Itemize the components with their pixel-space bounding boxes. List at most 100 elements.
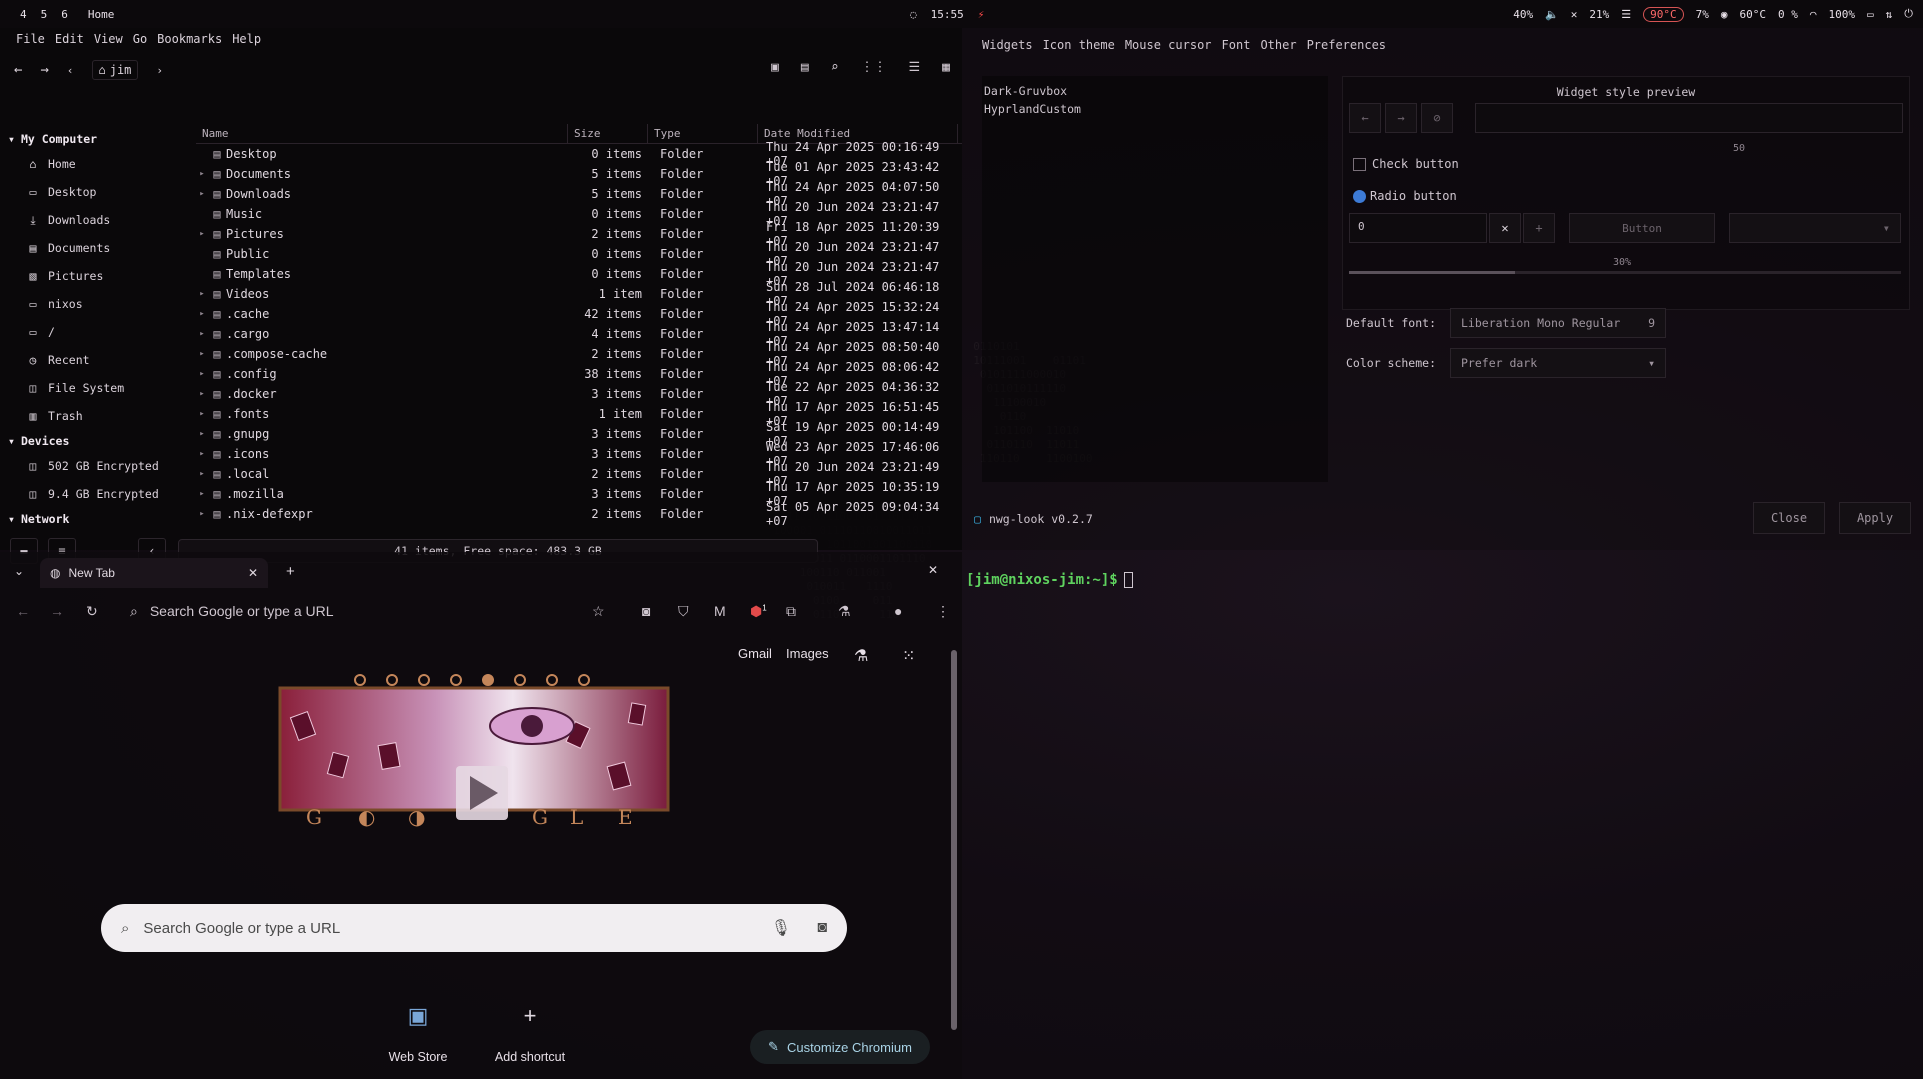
labs-flask-icon[interactable]: ⚗ (838, 603, 851, 620)
list-view-icon[interactable]: ☰ (909, 60, 921, 75)
sidebar-section-network[interactable]: ▾ Network (0, 508, 192, 530)
workspace-6[interactable]: 6 (61, 8, 68, 21)
preview-combo[interactable]: ▾ (1729, 213, 1901, 243)
sidebar-item-file-system[interactable]: ◫ File System (0, 374, 192, 402)
sidebar-item-trash[interactable]: ▥ Trash (0, 402, 192, 430)
search-icon[interactable]: ⌕ (831, 60, 839, 75)
puzzle-icon[interactable]: ⧉ (786, 603, 796, 620)
preview-button[interactable]: Button (1569, 213, 1715, 243)
power-menu-icon[interactable]: ⏻ (1904, 7, 1913, 21)
expand-arrow-icon[interactable]: ▸ (196, 369, 208, 379)
back-arrow-icon[interactable]: ← (14, 62, 22, 78)
expand-arrow-icon[interactable]: ▸ (196, 229, 208, 239)
radio-button[interactable]: Radio button (1353, 189, 1457, 203)
sidebar-item-nixos[interactable]: ▭ nixos (0, 290, 192, 318)
labs-flask-icon[interactable]: ⚗ (854, 646, 868, 666)
sidebar-item-9-4-gb-encrypted[interactable]: ◫ 9.4 GB Encrypted (0, 480, 192, 508)
power-icon[interactable]: ⚡ (978, 8, 985, 21)
ublock-icon[interactable]: ⬢1 (750, 603, 767, 620)
menu-edit[interactable]: Edit (55, 32, 84, 46)
check-button[interactable]: Check button (1353, 157, 1459, 171)
images-link[interactable]: Images (786, 646, 829, 661)
preview-back-button[interactable]: ← (1349, 103, 1381, 133)
extension-m-icon[interactable]: M (714, 603, 726, 619)
chevron-left-icon[interactable]: ‹ (67, 64, 74, 77)
expand-arrow-icon[interactable]: ▸ (196, 289, 208, 299)
sidebar-item-documents[interactable]: ▤ Documents (0, 234, 192, 262)
expand-arrow-icon[interactable]: ▸ (196, 169, 208, 179)
workspace-5[interactable]: 5 (41, 8, 48, 21)
network-icon[interactable]: ◠ (1810, 8, 1817, 21)
sidebar-item-recent[interactable]: ◷ Recent (0, 346, 192, 374)
back-arrow-icon[interactable]: ← (16, 603, 30, 619)
default-font-button[interactable]: Liberation Mono Regular 9 (1450, 308, 1666, 338)
mic-muted-icon[interactable]: ✕ (1571, 8, 1578, 21)
new-tab-icon[interactable]: + (286, 563, 295, 580)
color-scheme-select[interactable]: Prefer dark ▾ (1450, 348, 1666, 378)
menu-file[interactable]: File (16, 32, 45, 46)
profile-icon[interactable]: ● (894, 603, 902, 619)
camera-search-icon[interactable]: ◙ (817, 919, 827, 937)
terminal-icon[interactable]: ▣ (771, 60, 779, 75)
sidebar-section-devices[interactable]: ▾ Devices (0, 430, 192, 452)
apps-grid-icon[interactable]: ⁙ (902, 646, 915, 666)
menu-bookmarks[interactable]: Bookmarks (157, 32, 222, 46)
chevron-right-icon[interactable]: › (156, 64, 163, 77)
forward-arrow-icon[interactable]: → (50, 603, 64, 619)
expand-arrow-icon[interactable]: ▸ (196, 309, 208, 319)
compact-view-icon[interactable]: ▦ (942, 60, 950, 75)
tab-font[interactable]: Font (1222, 38, 1251, 52)
tab-search-icon[interactable]: ⌄ (14, 564, 24, 578)
volume-icon[interactable]: 🔈 (1545, 8, 1559, 21)
new-folder-icon[interactable]: ▤ (801, 60, 809, 75)
kebab-menu-icon[interactable]: ⋮ (936, 603, 950, 620)
forward-arrow-icon[interactable]: → (40, 62, 48, 78)
expand-arrow-icon[interactable]: ▸ (196, 509, 208, 519)
sidebar-item-[interactable]: ▭ / (0, 318, 192, 346)
sidebar-item-downloads[interactable]: ⤓ Downloads (0, 206, 192, 234)
workspace-4[interactable]: 4 (20, 8, 27, 21)
expand-arrow-icon[interactable]: ▸ (196, 489, 208, 499)
menu-help[interactable]: Help (232, 32, 261, 46)
scrollbar[interactable] (948, 632, 960, 1079)
sidebar-item-desktop[interactable]: ▭ Desktop (0, 178, 192, 206)
microphone-icon[interactable]: 🎙 (771, 918, 791, 938)
customize-chromium-button[interactable]: ✎ Customize Chromium (750, 1030, 930, 1064)
column-size[interactable]: Size (568, 124, 648, 143)
bookmark-star-icon[interactable]: ☆ (592, 603, 605, 620)
eye-off-icon[interactable]: ◌ (910, 8, 917, 21)
terminal-window[interactable]: [jim@nixos-jim:~]$ (962, 552, 1923, 1079)
spin-clear-button[interactable]: ✕ (1489, 213, 1521, 243)
sidebar-item-pictures[interactable]: ▧ Pictures (0, 262, 192, 290)
tab-icon-theme[interactable]: Icon theme (1043, 38, 1115, 52)
shortcut-add[interactable]: + Add shortcut (480, 992, 580, 1064)
tab-preferences[interactable]: Preferences (1307, 38, 1386, 52)
expand-arrow-icon[interactable]: ▸ (196, 469, 208, 479)
google-doodle[interactable]: G ◐ ◑ GLE (270, 674, 678, 832)
shortcut-web-store[interactable]: ▣ Web Store (368, 992, 468, 1064)
menu-go[interactable]: Go (133, 32, 147, 46)
spin-plus-button[interactable]: + (1523, 213, 1555, 243)
expand-arrow-icon[interactable]: ▸ (196, 409, 208, 419)
tab-widgets[interactable]: Widgets (982, 38, 1033, 52)
expand-arrow-icon[interactable]: ▸ (196, 189, 208, 199)
omnibox[interactable]: ⌕ Search Google or type a URL (120, 595, 620, 627)
sidebar-item-502-gb-encrypted[interactable]: ◫ 502 GB Encrypted (0, 452, 192, 480)
sidebar-section-my-computer[interactable]: ▾ My Computer (0, 128, 192, 150)
browser-tab[interactable]: ◍ New Tab ✕ (40, 558, 268, 588)
spin-entry[interactable]: 0 (1349, 213, 1487, 243)
reload-icon[interactable]: ↻ (86, 603, 98, 620)
preview-forward-button[interactable]: → (1385, 103, 1417, 133)
google-search-box[interactable]: ⌕ Search Google or type a URL 🎙 ◙ (101, 904, 847, 952)
expand-arrow-icon[interactable]: ▸ (196, 349, 208, 359)
scrollbar-thumb[interactable] (951, 650, 957, 1030)
expand-arrow-icon[interactable]: ▸ (196, 449, 208, 459)
apply-button[interactable]: Apply (1839, 502, 1911, 534)
file-row[interactable]: ▸ ▤ .nix-defexpr 2 items Folder Sat 05 Apr 20… (196, 500, 962, 528)
column-name[interactable]: Name (196, 124, 568, 143)
column-type[interactable]: Type (648, 124, 758, 143)
icon-view-icon[interactable]: ⋮⋮ (861, 60, 887, 75)
workspace-switcher[interactable]: 4 5 6 (0, 8, 68, 21)
menu-view[interactable]: View (94, 32, 123, 46)
theme-item[interactable]: Dark-Gruvbox (984, 82, 1326, 100)
